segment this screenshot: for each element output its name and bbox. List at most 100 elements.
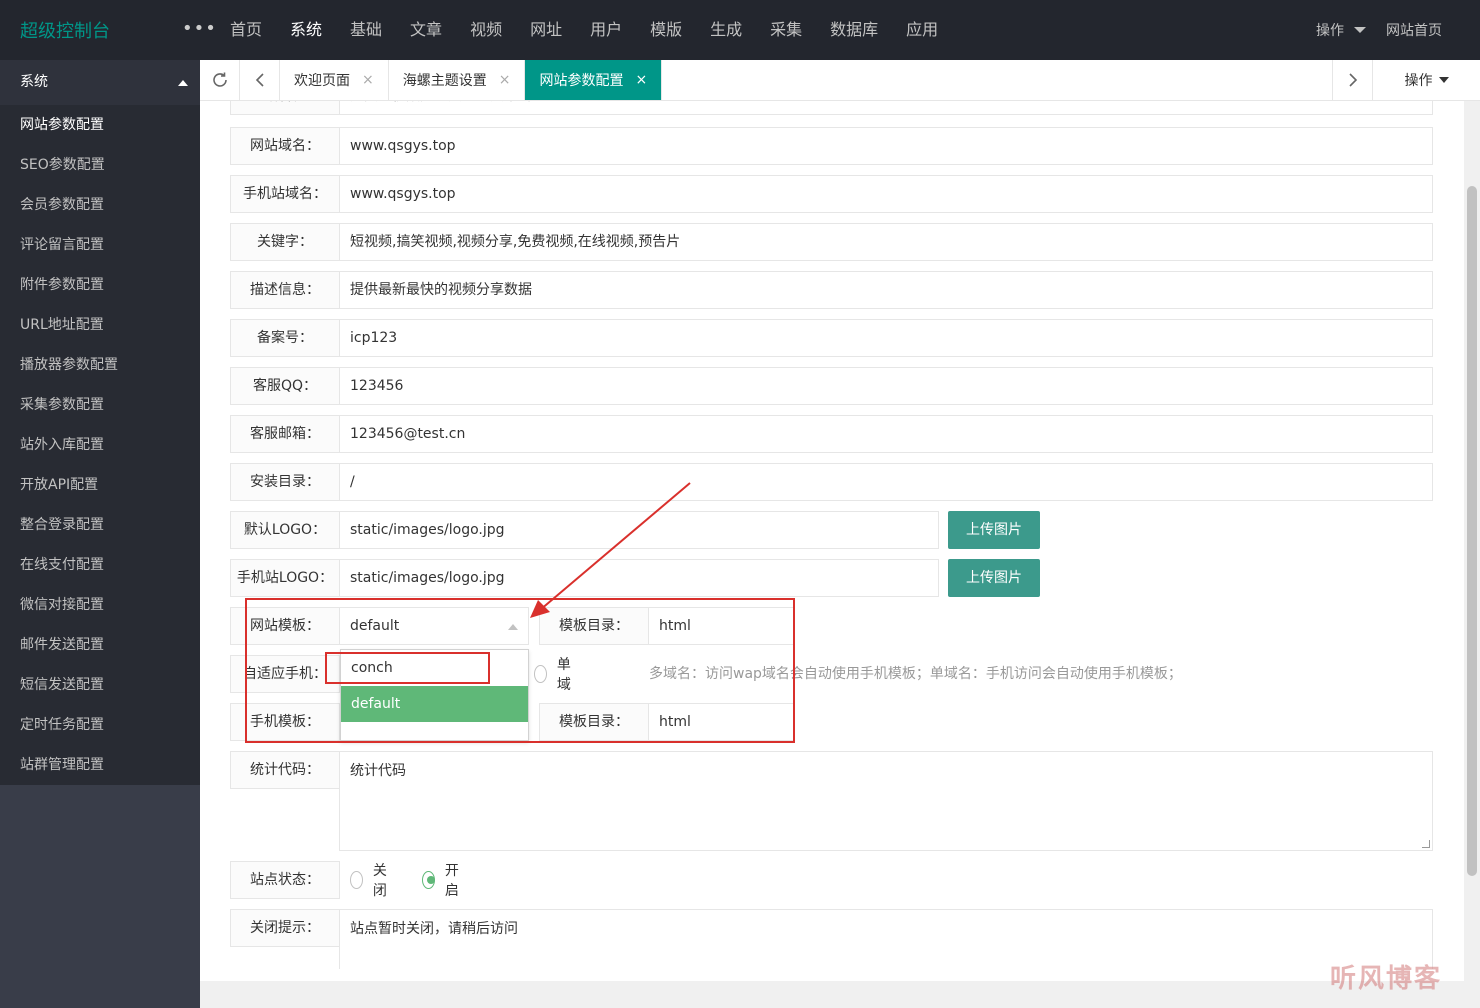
watermark: 听风博客: [1330, 964, 1443, 994]
close-icon[interactable]: ×: [362, 72, 374, 88]
nav-article[interactable]: 文章: [396, 0, 456, 60]
email-input[interactable]: 123456@test.cn: [339, 415, 1433, 453]
sidebar-list: 网站参数配置 SEO参数配置 会员参数配置 评论留言配置 附件参数配置 URL地…: [0, 105, 200, 785]
sidebar-item-sms-config[interactable]: 短信发送配置: [0, 665, 200, 705]
site-status-on-label: 开启: [444, 863, 459, 899]
field-label: 描述信息：: [230, 271, 340, 309]
site-name-input[interactable]: 免费短视频分享大全 - 大不雪: [339, 101, 1433, 115]
nav-template[interactable]: 模版: [636, 0, 696, 60]
qq-input[interactable]: 123456: [339, 367, 1433, 405]
scrollbar-thumb[interactable]: [1467, 186, 1477, 876]
field-label: 网站名称：: [230, 101, 340, 115]
close-icon[interactable]: ×: [635, 72, 647, 88]
close-icon[interactable]: ×: [499, 72, 511, 88]
description-input[interactable]: 提供最新最快的视频分享数据: [339, 271, 1433, 309]
sidebar-group-system[interactable]: 系统: [0, 60, 200, 105]
sidebar-item-site-config[interactable]: 网站参数配置: [0, 105, 200, 145]
sidebar-item-comment-config[interactable]: 评论留言配置: [0, 225, 200, 265]
nav-basic[interactable]: 基础: [336, 0, 396, 60]
sidebar-item-api-config[interactable]: 开放API配置: [0, 465, 200, 505]
sidebar-item-seo-config[interactable]: SEO参数配置: [0, 145, 200, 185]
mobile-logo-input[interactable]: static/images/logo.jpg: [339, 559, 939, 597]
stats-code-textarea[interactable]: 统计代码: [339, 751, 1433, 851]
tab-site-config[interactable]: 网站参数配置 ×: [525, 60, 663, 100]
site-status-on-radio[interactable]: 开启: [422, 860, 464, 900]
tab-conch-theme[interactable]: 海螺主题设置 ×: [389, 60, 526, 100]
tab-label: 欢迎页面: [294, 73, 350, 89]
domain-input[interactable]: www.qsgys.top: [339, 127, 1433, 165]
chevron-down-icon: [1354, 27, 1366, 33]
site-status-off-radio[interactable]: 关闭: [350, 860, 392, 900]
field-label: 备案号：: [230, 319, 340, 357]
sidebar-item-member-config[interactable]: 会员参数配置: [0, 185, 200, 225]
sidebar-item-payment-config[interactable]: 在线支付配置: [0, 545, 200, 585]
close-tip-value: 站点暂时关闭，请稍后访问: [350, 921, 518, 937]
resize-handle-icon[interactable]: [1422, 840, 1430, 848]
sidebar-item-collect-config[interactable]: 采集参数配置: [0, 385, 200, 425]
tab-list: 欢迎页面 × 海螺主题设置 × 网站参数配置 ×: [280, 60, 663, 100]
field-label: 客服邮箱：: [230, 415, 340, 453]
site-home-link[interactable]: 网站首页: [1386, 20, 1442, 40]
tab-bar: 欢迎页面 × 海螺主题设置 × 网站参数配置 × 操作: [200, 60, 1480, 101]
upload-logo-button[interactable]: 上传图片: [948, 511, 1040, 549]
install-dir-input[interactable]: /: [339, 463, 1433, 501]
radio-checked-icon: [422, 871, 435, 889]
field-label: 默认LOGO：: [230, 511, 340, 549]
nav-apps[interactable]: 应用: [892, 0, 952, 60]
icp-input[interactable]: icp123: [339, 319, 1433, 357]
upload-mobile-logo-button[interactable]: 上传图片: [948, 559, 1040, 597]
close-tip-textarea[interactable]: 站点暂时关闭，请稍后访问: [339, 909, 1433, 969]
sidebar-item-attachment-config[interactable]: 附件参数配置: [0, 265, 200, 305]
field-label: 客服QQ：: [230, 367, 340, 405]
sidebar-item-wechat-config[interactable]: 微信对接配置: [0, 585, 200, 625]
annotation-box-conch: [325, 652, 490, 684]
chevron-down-icon: [1438, 77, 1449, 83]
field-label: 站点状态：: [230, 861, 340, 899]
site-status-off-label: 关闭: [372, 863, 387, 899]
nav-system[interactable]: 系统: [276, 0, 336, 60]
sidebar-item-url-config[interactable]: URL地址配置: [0, 305, 200, 345]
top-header: 超级控制台 ••• 首页 系统 基础 文章 视频 网址 用户 模版 生成 采集 …: [0, 0, 1480, 60]
tab-next-icon[interactable]: [1332, 60, 1372, 100]
sidebar-item-player-config[interactable]: 播放器参数配置: [0, 345, 200, 385]
field-label: 关键字：: [230, 223, 340, 261]
tab-prev-icon[interactable]: [240, 60, 280, 100]
tab-welcome[interactable]: 欢迎页面 ×: [280, 60, 389, 100]
sidebar-item-cron-config[interactable]: 定时任务配置: [0, 705, 200, 745]
nav-video[interactable]: 视频: [456, 0, 516, 60]
radio-icon: [350, 871, 363, 889]
field-label: 统计代码：: [230, 751, 340, 789]
top-nav: 首页 系统 基础 文章 视频 网址 用户 模版 生成 采集 数据库 应用: [216, 0, 952, 60]
field-label: 关闭提示：: [230, 909, 340, 947]
nav-generate[interactable]: 生成: [696, 0, 756, 60]
sidebar-group-title: 系统: [20, 74, 48, 90]
header-actions-label: 操作: [1316, 23, 1344, 39]
sidebar-item-login-config[interactable]: 整合登录配置: [0, 505, 200, 545]
refresh-icon[interactable]: [200, 60, 240, 100]
sidebar-item-site-group-config[interactable]: 站群管理配置: [0, 745, 200, 785]
keywords-input[interactable]: 短视频,搞笑视频,视频分享,免费视频,在线视频,预告片: [339, 223, 1433, 261]
mobile-domain-input[interactable]: www.qsgys.top: [339, 175, 1433, 213]
sidebar-item-external-import-config[interactable]: 站外入库配置: [0, 425, 200, 465]
bottom-strip: [200, 981, 1480, 1008]
field-label: 手机站域名：: [230, 175, 340, 213]
field-label: 安装目录：: [230, 463, 340, 501]
nav-url[interactable]: 网址: [516, 0, 576, 60]
logo-input[interactable]: static/images/logo.jpg: [339, 511, 939, 549]
app-logo[interactable]: 超级控制台: [20, 17, 110, 43]
tab-actions-dropdown[interactable]: 操作: [1372, 60, 1480, 100]
field-label: 手机站LOGO：: [230, 559, 340, 597]
nav-collect[interactable]: 采集: [756, 0, 816, 60]
stats-code-value: 统计代码: [350, 763, 406, 779]
sidebar: 系统 网站参数配置 SEO参数配置 会员参数配置 评论留言配置 附件参数配置 U…: [0, 60, 200, 1008]
sidebar-item-email-config[interactable]: 邮件发送配置: [0, 625, 200, 665]
nav-home[interactable]: 首页: [216, 0, 276, 60]
top-right-actions: 操作 网站首页: [1296, 0, 1442, 60]
more-menu-icon[interactable]: •••: [182, 18, 217, 39]
header-actions-dropdown[interactable]: 操作: [1316, 20, 1366, 40]
site-status-group: 关闭 开启: [350, 861, 494, 899]
nav-database[interactable]: 数据库: [816, 0, 892, 60]
content-scrollbar[interactable]: [1464, 101, 1480, 981]
nav-user[interactable]: 用户: [576, 0, 636, 60]
main-content: 网站名称： 免费短视频分享大全 - 大不雪 网站域名： www.qsgys.to…: [200, 101, 1464, 981]
